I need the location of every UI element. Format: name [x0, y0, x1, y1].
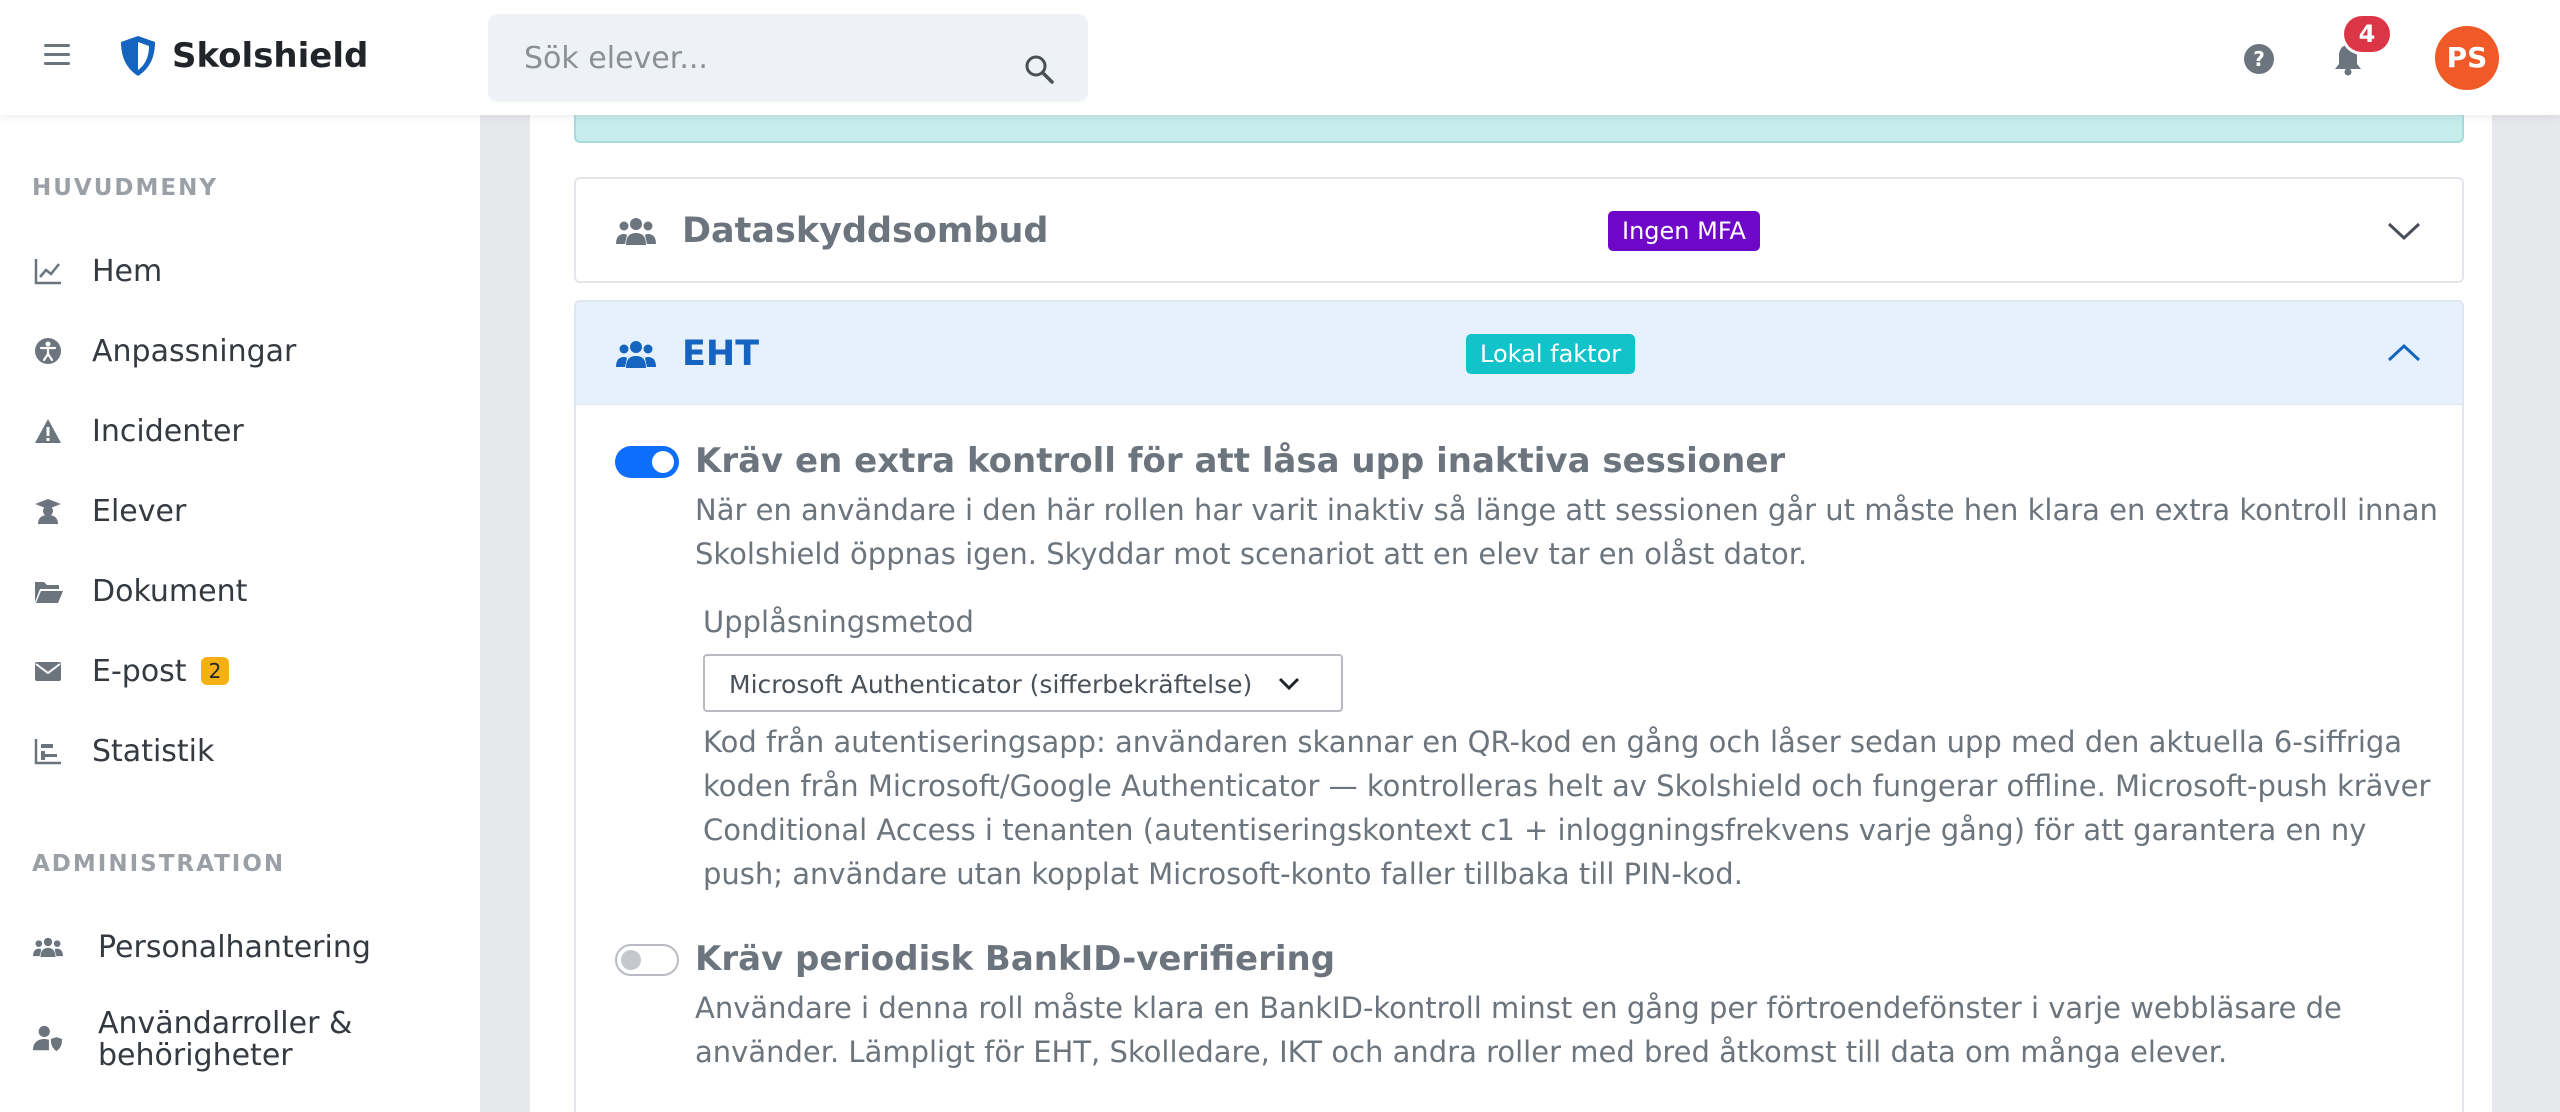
accessibility-icon [32, 335, 64, 367]
help-icon[interactable]: ? [2244, 44, 2274, 74]
sidebar-item-anvandarroller[interactable]: Användarroller & behörigheter [32, 1008, 352, 1072]
sidebar-item-label: Dokument [92, 573, 248, 609]
app-name: Skolshield [172, 36, 369, 76]
warning-icon [32, 415, 64, 447]
avatar[interactable]: PS [2435, 26, 2499, 90]
users-icon [32, 931, 64, 963]
hamburger-menu-icon[interactable] [44, 44, 70, 70]
chart-line-icon [32, 255, 64, 287]
sidebar-item-label: Personalhantering [98, 929, 371, 965]
sidebar: HUVUDMENY Hem Anpassningar Incidenter El… [0, 115, 480, 1112]
role-title: EHT [682, 334, 760, 374]
bar-chart-icon [32, 735, 64, 767]
sidebar-item-label: Incidenter [92, 413, 244, 449]
role-accordion-eht[interactable]: EHT Lokal faktor [574, 300, 2464, 406]
unlock-method-help: Kod från autentiseringsapp: användaren s… [703, 725, 2431, 891]
users-icon [616, 341, 656, 368]
bankid-verification-title: Kräv periodisk BankID-verifiering [695, 939, 1336, 979]
search-icon[interactable] [1024, 54, 1054, 84]
role-accordion-dataskyddsombud[interactable]: Dataskyddsombud Ingen MFA [574, 177, 2464, 283]
top-bar: Skolshield ? 4 PS [0, 0, 2560, 115]
sidebar-item-label: Användarroller & behörigheter [98, 1006, 353, 1073]
unlock-control-title: Kräv en extra kontroll för att låsa upp … [695, 441, 1786, 481]
shield-icon [121, 36, 155, 76]
sidebar-item-label: Hem [92, 253, 163, 289]
sidebar-section-main: HUVUDMENY [32, 175, 218, 201]
unlock-control-description: När en användare i den här rollen har va… [695, 493, 2438, 571]
sidebar-section-admin: ADMINISTRATION [32, 851, 286, 877]
sidebar-item-label: Anpassningar [92, 333, 297, 369]
mfa-status-badge: Ingen MFA [1608, 211, 1760, 251]
student-icon [32, 495, 64, 527]
notification-badge: 4 [2344, 16, 2390, 52]
user-shield-icon [32, 1022, 64, 1054]
bankid-verification-description: Användare i denna roll måste klara en Ba… [695, 991, 2342, 1069]
sidebar-item-dokument[interactable]: Dokument [32, 563, 247, 619]
bankid-verification-toggle[interactable] [615, 944, 679, 976]
chevron-down-icon [1278, 677, 1300, 691]
sidebar-item-anpassningar[interactable]: Anpassningar [32, 323, 296, 379]
mail-count-badge: 2 [200, 657, 230, 685]
unlock-method-label: Upplåsningsmetod [703, 605, 974, 639]
unlock-method-select[interactable]: Microsoft Authenticator (sifferbekräftel… [703, 654, 1343, 712]
sidebar-item-label: Statistik [92, 733, 215, 769]
users-icon [616, 218, 656, 245]
sidebar-item-incidenter[interactable]: Incidenter [32, 403, 244, 459]
search-box [488, 14, 1088, 102]
chevron-up-icon [2387, 343, 2421, 362]
chevron-down-icon [2387, 222, 2421, 241]
sidebar-item-label: Elever [92, 493, 187, 529]
info-alert [574, 115, 2464, 143]
envelope-icon [32, 655, 64, 687]
sidebar-item-elever[interactable]: Elever [32, 483, 186, 539]
search-input[interactable] [524, 40, 984, 76]
sidebar-item-label: E-post [92, 653, 187, 689]
sidebar-item-epost[interactable]: E-post 2 [32, 643, 230, 699]
unlock-control-toggle[interactable] [615, 446, 679, 478]
sidebar-item-hem[interactable]: Hem [32, 243, 162, 299]
folder-open-icon [32, 575, 64, 607]
sidebar-item-personalhantering[interactable]: Personalhantering [32, 919, 371, 975]
role-title: Dataskyddsombud [682, 211, 1049, 251]
sidebar-item-statistik[interactable]: Statistik [32, 723, 214, 779]
mfa-status-badge: Lokal faktor [1466, 334, 1636, 374]
app-logo[interactable]: Skolshield [118, 34, 368, 78]
unlock-method-value: Microsoft Authenticator (sifferbekräftel… [729, 670, 1253, 699]
